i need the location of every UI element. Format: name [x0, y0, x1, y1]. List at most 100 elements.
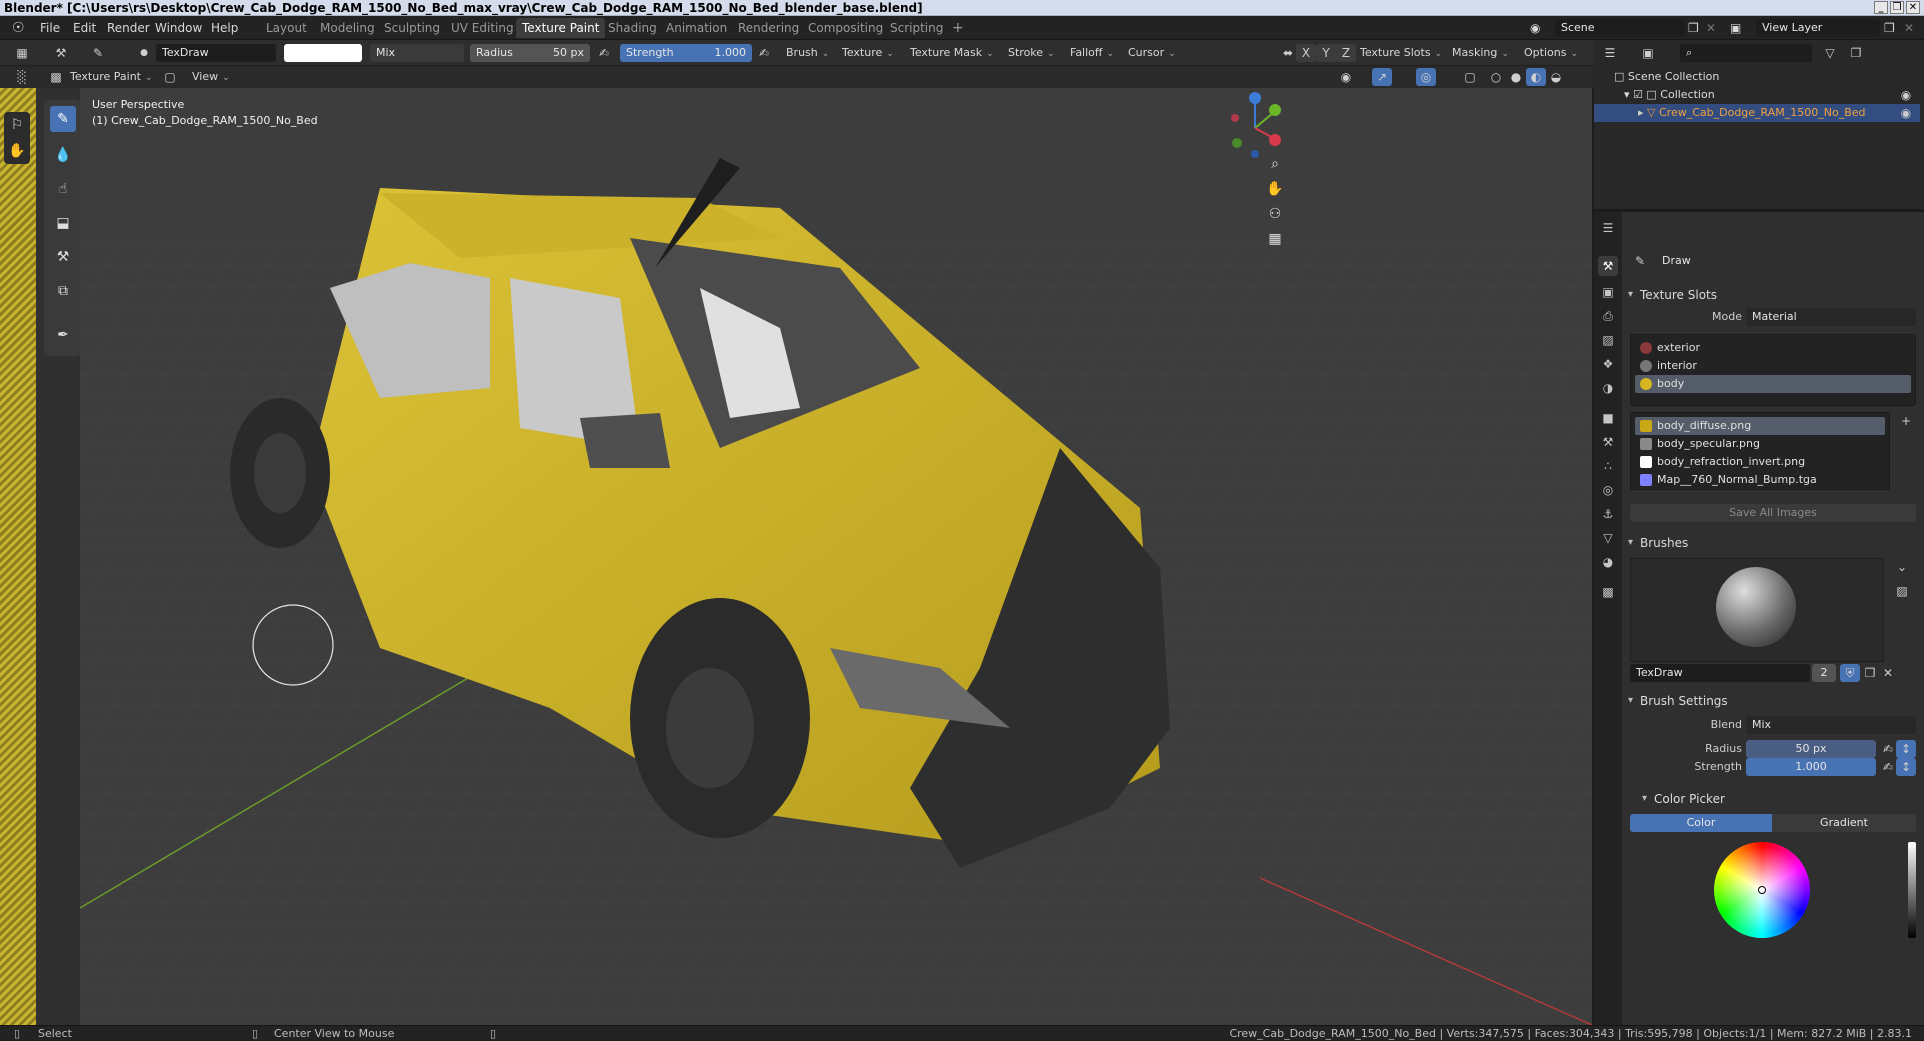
view-layer-tab-icon[interactable]: ▨	[1598, 330, 1618, 350]
menu-help[interactable]: Help	[211, 16, 238, 40]
close-button[interactable]: ✕	[1906, 1, 1920, 14]
image-slot-row[interactable]: Map__760_Normal_Bump.tga	[1635, 471, 1885, 489]
gradient-tab[interactable]: Gradient	[1772, 814, 1916, 832]
brush-color-swatch[interactable]	[284, 44, 362, 62]
smear-tool-icon[interactable]: ☝	[50, 176, 76, 202]
particles-tab-icon[interactable]: ∴	[1598, 456, 1618, 476]
render-tab-icon[interactable]: ▣	[1598, 282, 1618, 302]
menu-render[interactable]: Render	[107, 16, 150, 40]
output-tab-icon[interactable]: ⎙	[1598, 306, 1618, 326]
menu-edit[interactable]: Edit	[73, 16, 96, 40]
zoom-icon[interactable]: ⌕	[1262, 152, 1288, 176]
tab-scripting[interactable]: Scripting	[884, 18, 949, 38]
view-layer-selector[interactable]: View Layer	[1756, 19, 1880, 37]
soften-tool-icon[interactable]: 💧	[50, 142, 76, 168]
data-tab-icon[interactable]: ▽	[1598, 528, 1618, 548]
restore-button[interactable]: ❒	[1890, 1, 1904, 14]
overlay-icon[interactable]: ◎	[1416, 68, 1436, 86]
add-slot-icon[interactable]: +	[1896, 412, 1916, 430]
menu-texture[interactable]: Texture	[838, 44, 898, 62]
material-row-selected[interactable]: body	[1635, 375, 1911, 393]
tool-tab-icon[interactable]: ⚒	[1598, 256, 1618, 276]
wireframe-shading-icon[interactable]: ○	[1486, 68, 1506, 86]
mask-icon[interactable]: ▢	[160, 68, 180, 86]
menu-file[interactable]: File	[40, 16, 60, 40]
view-layer-remove-icon[interactable]: ✕	[1904, 16, 1914, 40]
menu-stroke[interactable]: Stroke	[1004, 44, 1059, 62]
brush-name-field[interactable]: TexDraw	[156, 44, 276, 62]
solid-shading-icon[interactable]: ●	[1506, 68, 1526, 86]
mode-dropdown[interactable]: Texture Paint	[66, 68, 157, 86]
outliner-editor-icon[interactable]: ☰	[1600, 44, 1620, 62]
pan-icon[interactable]: ✋	[1262, 177, 1288, 201]
brush-preview[interactable]	[1630, 558, 1884, 662]
view-layer-icon[interactable]: ▣	[1730, 16, 1741, 40]
radius-pressure-icon[interactable]: ✍	[1878, 740, 1898, 758]
menu-falloff[interactable]: Falloff	[1066, 44, 1118, 62]
material-row[interactable]: interior	[1635, 357, 1911, 375]
pan-hand-icon[interactable]: ✋	[4, 138, 30, 164]
object-row[interactable]: ▸ ▽ Crew_Cab_Dodge_RAM_1500_No_Bed	[1594, 104, 1920, 122]
navigation-gizmo[interactable]	[1231, 92, 1281, 158]
modifier-tab-icon[interactable]: ⚒	[1598, 432, 1618, 452]
brushes-header[interactable]: Brushes	[1626, 532, 1920, 554]
color-tab[interactable]: Color	[1630, 814, 1772, 832]
material-row[interactable]: exterior	[1635, 339, 1911, 357]
view-layer-new-icon[interactable]: ❐	[1884, 16, 1895, 40]
world-tab-icon[interactable]: ◑	[1598, 378, 1618, 398]
strength-pressure-icon[interactable]: ✍	[754, 44, 774, 62]
paint-brush-icon[interactable]: ✎	[88, 44, 108, 62]
strength-slider[interactable]: 1.000	[1746, 758, 1876, 776]
scene-selector[interactable]: Scene	[1555, 19, 1685, 37]
unlink-brush-icon[interactable]: ✕	[1878, 664, 1898, 682]
scene-new-icon[interactable]: ❐	[1688, 16, 1699, 40]
tab-rendering[interactable]: Rendering	[732, 18, 805, 38]
physics-tab-icon[interactable]: ◎	[1598, 480, 1618, 500]
view-navigate-icon[interactable]: ⚐	[4, 112, 30, 138]
texture-tab-icon[interactable]: ▩	[1598, 582, 1618, 602]
gizmo-icon[interactable]: ↗	[1372, 68, 1392, 86]
blender-logo-icon[interactable]: ☉	[12, 16, 25, 40]
brush-chevron-icon[interactable]: ⌄	[1892, 558, 1912, 576]
tab-animation[interactable]: Animation	[660, 18, 733, 38]
radius-pressure-icon[interactable]: ✍	[594, 44, 614, 62]
object-eye-icon[interactable]: ◉	[1896, 104, 1916, 122]
menu-cursor[interactable]: Cursor	[1124, 44, 1180, 62]
tab-sculpting[interactable]: Sculpting	[378, 18, 446, 38]
scene-remove-icon[interactable]: ✕	[1706, 16, 1716, 40]
image-slot-row[interactable]: body_refraction_invert.png	[1635, 453, 1885, 471]
brush-name-field[interactable]: TexDraw	[1630, 664, 1810, 682]
menu-masking[interactable]: Masking	[1448, 44, 1513, 62]
mode-dropdown[interactable]: Material	[1746, 308, 1916, 326]
color-wheel-cursor[interactable]	[1758, 886, 1766, 894]
object-tab-icon[interactable]: ■	[1598, 408, 1618, 428]
blend-mode-dropdown[interactable]: Mix	[370, 44, 464, 62]
tab-layout[interactable]: Layout	[260, 18, 313, 38]
fake-user-shield-icon[interactable]: ⛨	[1840, 664, 1860, 682]
strength-field[interactable]: Strength 1.000	[620, 44, 752, 62]
brush-dot-icon[interactable]: ●	[134, 44, 154, 62]
menu-options[interactable]: Options	[1520, 44, 1582, 62]
new-collection-icon[interactable]: ❐	[1846, 44, 1866, 62]
clone-tool-icon[interactable]: ⬓	[50, 210, 76, 236]
rendered-shading-icon[interactable]: ◒	[1546, 68, 1566, 86]
mask-tool-icon[interactable]: ⧉	[50, 278, 76, 304]
camera-view-icon[interactable]: ⚇	[1262, 202, 1288, 226]
filter-icon[interactable]: ▽	[1820, 44, 1840, 62]
menu-texture-mask[interactable]: Texture Mask	[906, 44, 998, 62]
tab-modeling[interactable]: Modeling	[314, 18, 381, 38]
checkbox-icon[interactable]: ☑	[1633, 88, 1646, 101]
image-slot-row-selected[interactable]: body_diffuse.png	[1635, 417, 1885, 435]
brush-settings-header[interactable]: Brush Settings	[1626, 690, 1920, 712]
annotate-tool-icon[interactable]: ✒	[50, 322, 76, 348]
collection-row[interactable]: ▾ ☑ □ Collection	[1624, 86, 1715, 104]
eye-icon[interactable]: ◉	[1896, 86, 1916, 104]
mirror-y-toggle[interactable]: Y	[1316, 44, 1336, 62]
constraints-tab-icon[interactable]: ⚓	[1598, 504, 1618, 524]
expand-arrow-icon[interactable]: ▸	[1638, 106, 1647, 119]
tab-compositing[interactable]: Compositing	[802, 18, 889, 38]
strength-unit-icon[interactable]: ↕	[1896, 758, 1916, 776]
fill-tool-icon[interactable]: ⚒	[50, 244, 76, 270]
add-workspace-button[interactable]: +	[946, 18, 970, 38]
visibility-icon[interactable]: ◉	[1336, 68, 1356, 86]
